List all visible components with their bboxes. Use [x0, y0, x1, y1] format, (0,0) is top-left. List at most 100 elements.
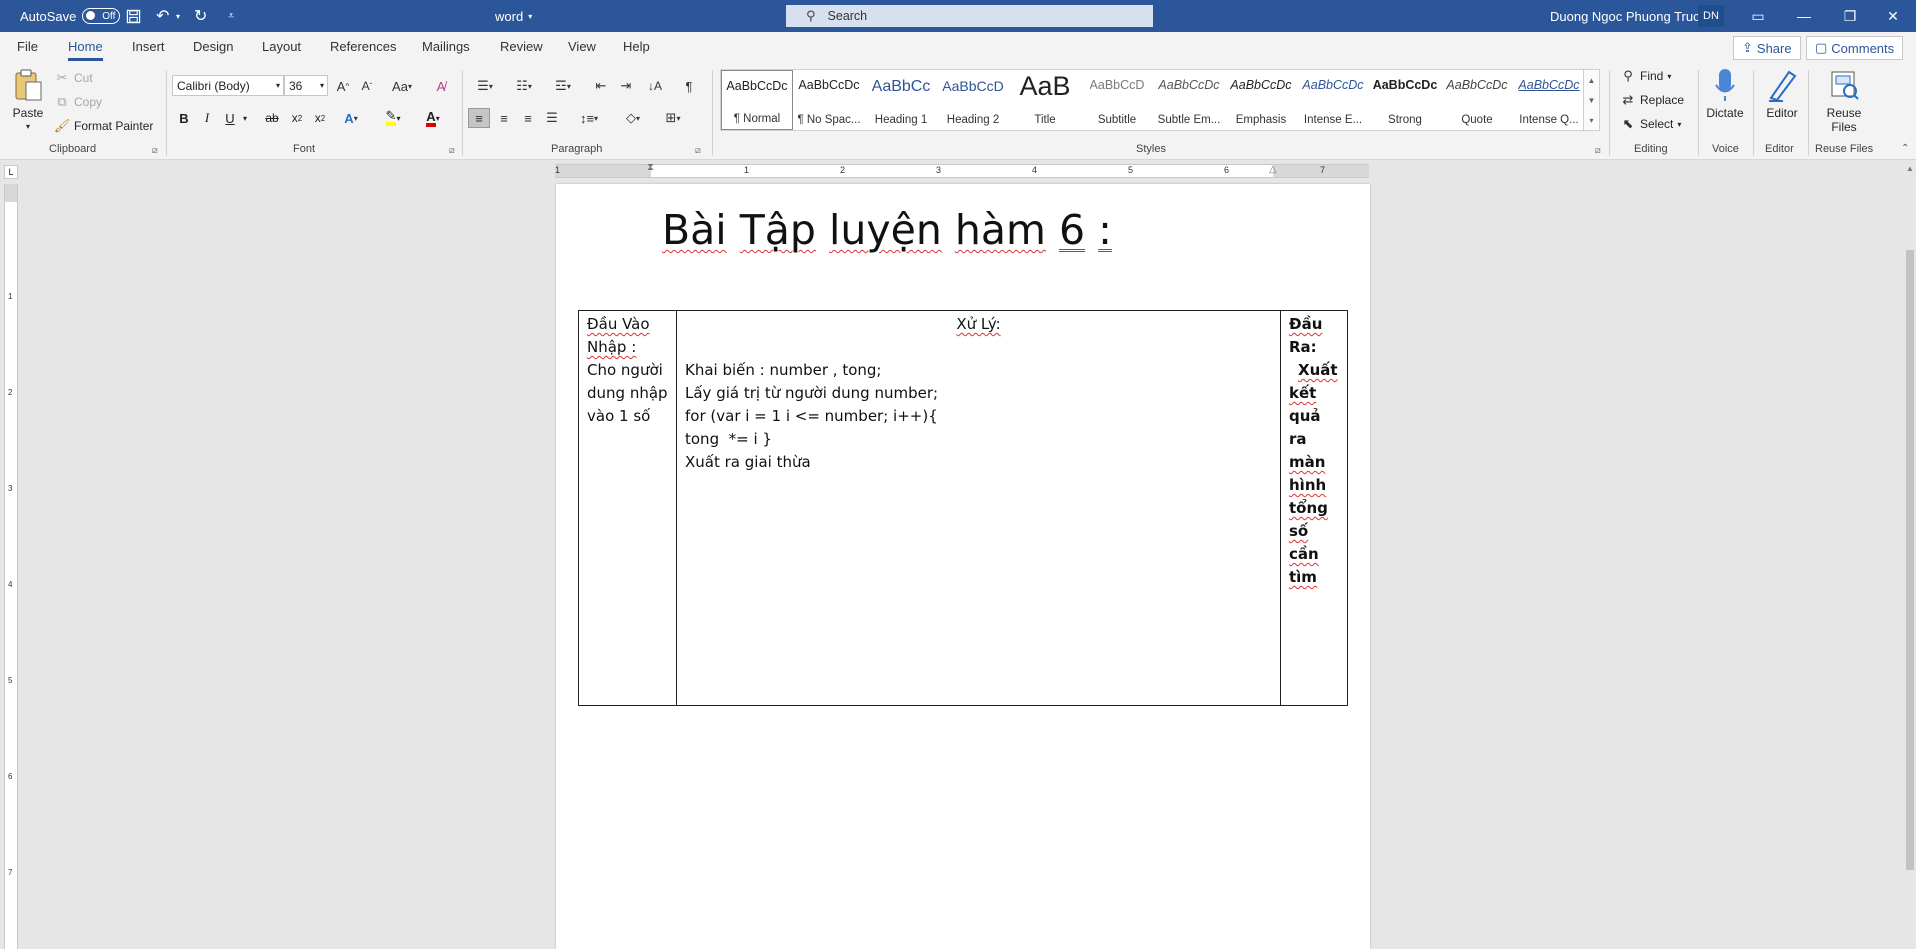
tab-help[interactable]: Help [623, 39, 650, 54]
text-effects-icon[interactable]: A ▾ [340, 108, 362, 128]
superscript-icon[interactable]: x2 [311, 108, 329, 128]
vertical-ruler[interactable]: 1 2 3 4 5 6 7 [4, 184, 18, 949]
tab-review[interactable]: Review [500, 39, 543, 54]
collapse-ribbon-icon[interactable]: ⌃ [1901, 143, 1909, 154]
style-intense-quote[interactable]: AaBbCcDc Intense Q... [1513, 70, 1585, 130]
tab-file[interactable]: File [17, 39, 38, 54]
increase-indent-icon[interactable]: ⇥ [617, 76, 635, 96]
autosave-switch[interactable]: Off [82, 8, 121, 24]
tab-references[interactable]: References [330, 39, 396, 54]
share-button[interactable]: ⇪ Share [1733, 36, 1801, 60]
styles-gallery-scroll[interactable]: ▲ ▼ ▾ [1584, 69, 1600, 131]
change-case-icon[interactable]: Aa ▾ [388, 76, 416, 96]
font-color-icon[interactable]: A ▾ [418, 108, 448, 128]
bullets-icon[interactable]: ☰ ▾ [470, 76, 500, 96]
decrease-indent-icon[interactable]: ⇤ [592, 76, 610, 96]
font-launcher-icon[interactable]: ⧄ [449, 145, 455, 156]
input-cell[interactable]: Đầu Vào Nhập : Cho người dung nhập vào 1… [579, 311, 677, 705]
tab-layout[interactable]: Layout [262, 39, 301, 54]
process-cell[interactable]: Xử Lý: Khai biến : number , tong; Lấy gi… [677, 311, 1281, 705]
find-button[interactable]: ⚲ Find ▾ [1620, 68, 1671, 84]
justify-icon[interactable]: ☰ [542, 108, 562, 128]
redo-icon[interactable]: ↻ [194, 0, 207, 32]
tab-view[interactable]: View [568, 39, 596, 54]
document-title[interactable]: Bài Tập luyện hàm 6 : [662, 206, 1112, 254]
editor-button[interactable]: Editor [1764, 68, 1800, 120]
ipo-table[interactable]: Đầu Vào Nhập : Cho người dung nhập vào 1… [578, 310, 1348, 706]
tab-mailings[interactable]: Mailings [422, 39, 470, 54]
font-name-combo[interactable]: Calibri (Body) ▾ [172, 75, 284, 96]
select-button[interactable]: ⬉ Select ▾ [1620, 116, 1682, 132]
style-strong[interactable]: AaBbCcDc Strong [1369, 70, 1441, 130]
document-page[interactable]: Bài Tập luyện hàm 6 : Đầu Vào Nhập : Cho… [556, 184, 1370, 949]
scrollbar-thumb[interactable] [1906, 250, 1914, 870]
shading-icon[interactable]: ◇ ▾ [618, 108, 648, 128]
paragraph-launcher-icon[interactable]: ⧄ [695, 145, 701, 156]
chevron-down-icon[interactable]: ▾ [240, 108, 250, 128]
chevron-up-icon[interactable]: ▲ [1906, 164, 1914, 173]
ribbon-display-options-icon[interactable]: ▭ [1735, 0, 1781, 32]
tab-design[interactable]: Design [193, 39, 233, 54]
comments-button[interactable]: ▢ Comments [1806, 36, 1904, 60]
save-icon[interactable] [126, 0, 141, 32]
chevron-down-icon[interactable]: ▼ [1588, 96, 1596, 105]
multilevel-list-icon[interactable]: ☲ ▾ [548, 76, 578, 96]
reuse-files-button[interactable]: Reuse Files [1822, 68, 1866, 134]
replace-button[interactable]: ⇄ Replace [1620, 92, 1684, 108]
paste-button[interactable]: Paste ▾ [12, 68, 44, 134]
horizontal-ruler[interactable]: 1 1 2 3 4 5 6 7 ⧗ △ [555, 162, 1369, 178]
borders-icon[interactable]: ⊞ ▾ [658, 108, 688, 128]
show-formatting-marks-icon[interactable]: ¶ [680, 76, 698, 96]
style-heading-2[interactable]: AaBbCcD Heading 2 [937, 70, 1009, 130]
right-indent-marker-icon[interactable]: △ [1269, 164, 1277, 175]
left-indent-marker-icon[interactable]: ⧗ [647, 162, 654, 173]
align-right-icon[interactable]: ≡ [518, 108, 538, 128]
tab-insert[interactable]: Insert [132, 39, 165, 54]
tab-home[interactable]: Home [68, 39, 103, 61]
numbering-icon[interactable]: ☷ ▾ [509, 76, 539, 96]
align-center-icon[interactable]: ≡ [494, 108, 514, 128]
close-icon[interactable]: ✕ [1870, 0, 1916, 32]
style-normal[interactable]: AaBbCcDc ¶ Normal [721, 70, 793, 130]
user-name[interactable]: Duong Ngoc Phuong Truc [1550, 0, 1700, 32]
format-painter-button[interactable]: 🖌 Format Painter [54, 118, 154, 134]
autosave-toggle[interactable]: AutoSave Off [20, 0, 121, 32]
line-spacing-icon[interactable]: ↕≡ ▾ [574, 108, 604, 128]
style-no-spacing[interactable]: AaBbCcDc ¶ No Spac... [793, 70, 865, 130]
chevron-up-icon[interactable]: ▲ [1588, 76, 1596, 85]
search-box[interactable]: ⚲ Search [786, 5, 1153, 27]
bold-icon[interactable]: B [176, 108, 192, 128]
strikethrough-icon[interactable]: ab [262, 108, 282, 128]
align-left-icon[interactable]: ≡ [468, 108, 490, 128]
cut-button[interactable]: ✂ Cut [54, 70, 93, 86]
output-cell[interactable]: Đầu Ra: Xuất kết quả ra màn hình tổng số… [1281, 311, 1347, 705]
font-size-combo[interactable]: 36 ▾ [284, 75, 328, 96]
style-title[interactable]: AaB Title [1009, 70, 1081, 130]
subscript-icon[interactable]: x2 [288, 108, 306, 128]
dictate-button[interactable]: Dictate [1706, 68, 1744, 120]
restore-icon[interactable]: ❐ [1827, 0, 1873, 32]
copy-button[interactable]: ⧉ Copy [54, 94, 102, 110]
style-quote[interactable]: AaBbCcDc Quote [1441, 70, 1513, 130]
style-heading-1[interactable]: AaBbCc Heading 1 [865, 70, 937, 130]
sort-icon[interactable]: ↓A [646, 76, 664, 96]
style-subtle-emphasis[interactable]: AaBbCcDc Subtle Em... [1153, 70, 1225, 130]
clipboard-launcher-icon[interactable]: ⧄ [152, 145, 158, 156]
avatar[interactable]: DN [1698, 5, 1724, 27]
style-subtitle[interactable]: AaBbCcD Subtitle [1081, 70, 1153, 130]
italic-icon[interactable]: I [199, 108, 215, 128]
styles-launcher-icon[interactable]: ⧄ [1595, 145, 1601, 156]
clear-formatting-icon[interactable]: A̸ [432, 76, 450, 96]
vertical-scrollbar[interactable]: ▲ [1904, 160, 1916, 949]
document-name[interactable]: word ▾ [495, 0, 532, 32]
undo-icon[interactable]: ↶ [156, 0, 169, 32]
customize-qat-icon[interactable]: ⩡ [228, 0, 234, 32]
style-intense-emphasis[interactable]: AaBbCcDc Intense E... [1297, 70, 1369, 130]
undo-dropdown-icon[interactable]: ▾ [176, 0, 180, 32]
grow-font-icon[interactable]: A ^ [334, 76, 352, 96]
shrink-font-icon[interactable]: Aˇ [358, 76, 376, 96]
style-emphasis[interactable]: AaBbCcDc Emphasis [1225, 70, 1297, 130]
underline-icon[interactable]: U [222, 108, 238, 128]
minimize-icon[interactable]: — [1781, 0, 1827, 32]
highlight-color-icon[interactable]: ✎ ▾ [378, 108, 408, 128]
